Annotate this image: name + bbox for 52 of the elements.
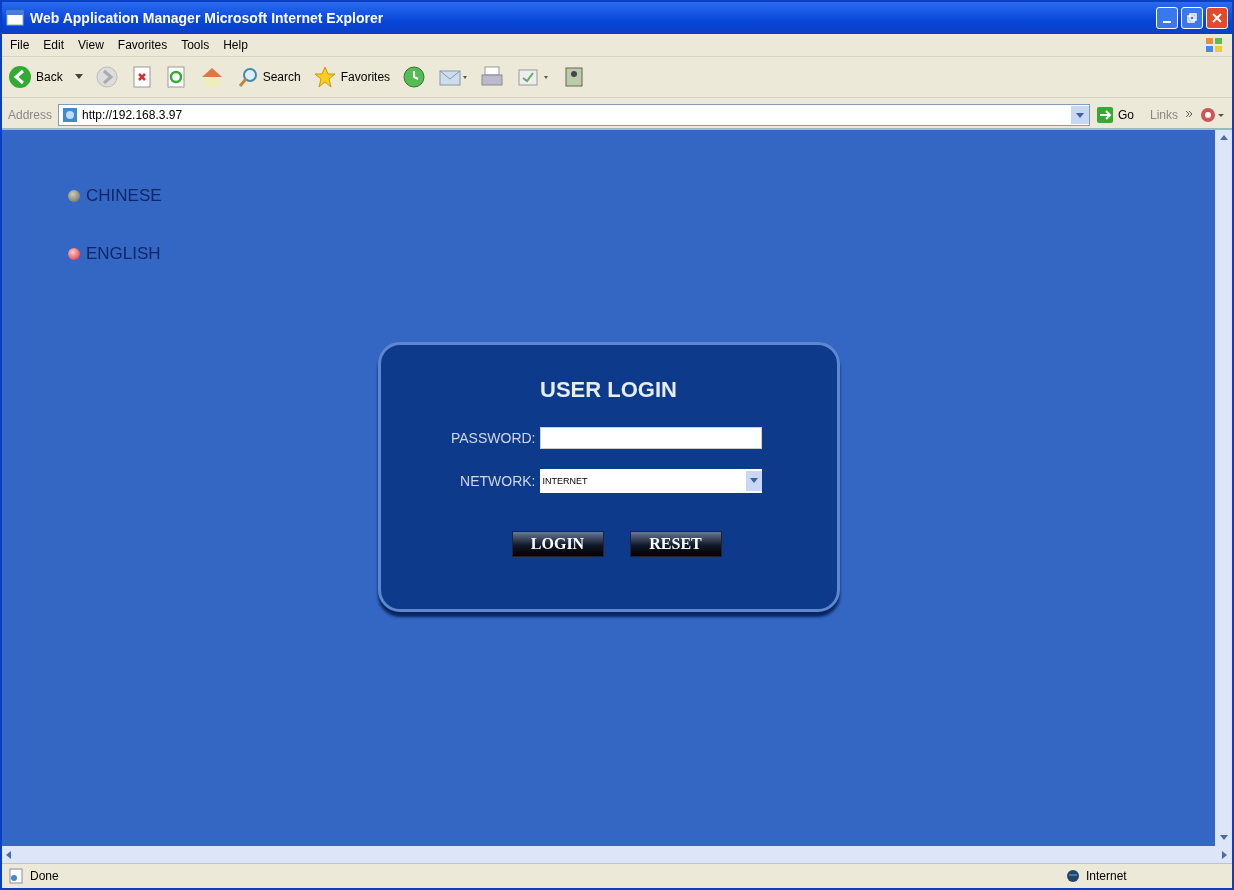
menu-item[interactable]: Help bbox=[223, 38, 248, 52]
radio-dot[interactable] bbox=[68, 248, 80, 260]
minimize-button[interactable] bbox=[1156, 7, 1178, 29]
login-title: USER LOGIN bbox=[540, 377, 677, 403]
radio-dot[interactable] bbox=[68, 190, 80, 202]
globe-icon bbox=[1066, 869, 1080, 883]
address-label: Address bbox=[8, 108, 53, 122]
dropdown-button[interactable] bbox=[1070, 106, 1089, 124]
close-button[interactable] bbox=[1206, 7, 1228, 29]
caret-icon bbox=[1075, 113, 1084, 119]
menu-item[interactable]: View bbox=[78, 38, 104, 52]
vertical-scrollbar[interactable] bbox=[1215, 130, 1232, 846]
status-text: Done bbox=[30, 869, 59, 883]
browser-icon bbox=[6, 9, 24, 27]
scroll-down-icon[interactable] bbox=[1219, 835, 1228, 841]
search-button[interactable]: Search bbox=[236, 66, 301, 88]
scroll-right-icon[interactable] bbox=[1222, 850, 1228, 859]
page-icon bbox=[8, 868, 24, 884]
stop-icon[interactable] bbox=[130, 65, 153, 89]
back-button[interactable]: Back bbox=[8, 65, 63, 89]
search-icon bbox=[236, 66, 259, 88]
close-icon bbox=[1212, 13, 1222, 23]
caret-icon bbox=[749, 478, 758, 484]
star-icon bbox=[312, 65, 337, 89]
restore-button[interactable] bbox=[1181, 7, 1203, 29]
password-field[interactable] bbox=[539, 427, 762, 449]
menu-item[interactable]: Tools bbox=[181, 38, 210, 52]
flag-icon bbox=[1204, 36, 1224, 54]
menu-item[interactable]: Edit bbox=[43, 38, 65, 52]
zone-text: Internet bbox=[1086, 869, 1128, 883]
refresh-icon[interactable] bbox=[164, 65, 187, 89]
menu-item[interactable]: Favorites bbox=[117, 38, 168, 52]
go-button[interactable]: Go bbox=[1095, 106, 1134, 124]
window-title: Web Application Manager Microsoft Internet Explorer bbox=[30, 10, 384, 26]
url-text: http://192.168.3.97 bbox=[82, 108, 183, 122]
horizontal-scrollbar[interactable] bbox=[2, 846, 1232, 863]
form-button[interactable]: RESET bbox=[629, 531, 722, 557]
page-icon bbox=[62, 107, 79, 123]
scroll-left-icon[interactable] bbox=[6, 850, 12, 859]
restore-icon bbox=[1187, 13, 1197, 23]
address-field[interactable]: http://192.168.3.97 bbox=[58, 104, 1090, 126]
network-select[interactable]: INTERNET bbox=[539, 469, 762, 493]
form-button[interactable]: LOGIN bbox=[511, 531, 604, 557]
history-icon[interactable] bbox=[402, 65, 427, 89]
network-label: NETWORK: bbox=[459, 473, 536, 489]
minimize-icon bbox=[1163, 20, 1171, 23]
menu-item[interactable]: File bbox=[10, 38, 30, 52]
print-icon[interactable] bbox=[480, 65, 505, 89]
favorites-button[interactable]: Favorites bbox=[312, 65, 391, 89]
caret-icon[interactable] bbox=[74, 74, 83, 80]
scroll-up-icon[interactable] bbox=[1219, 135, 1228, 141]
password-label: PASSWORD: bbox=[449, 430, 536, 446]
